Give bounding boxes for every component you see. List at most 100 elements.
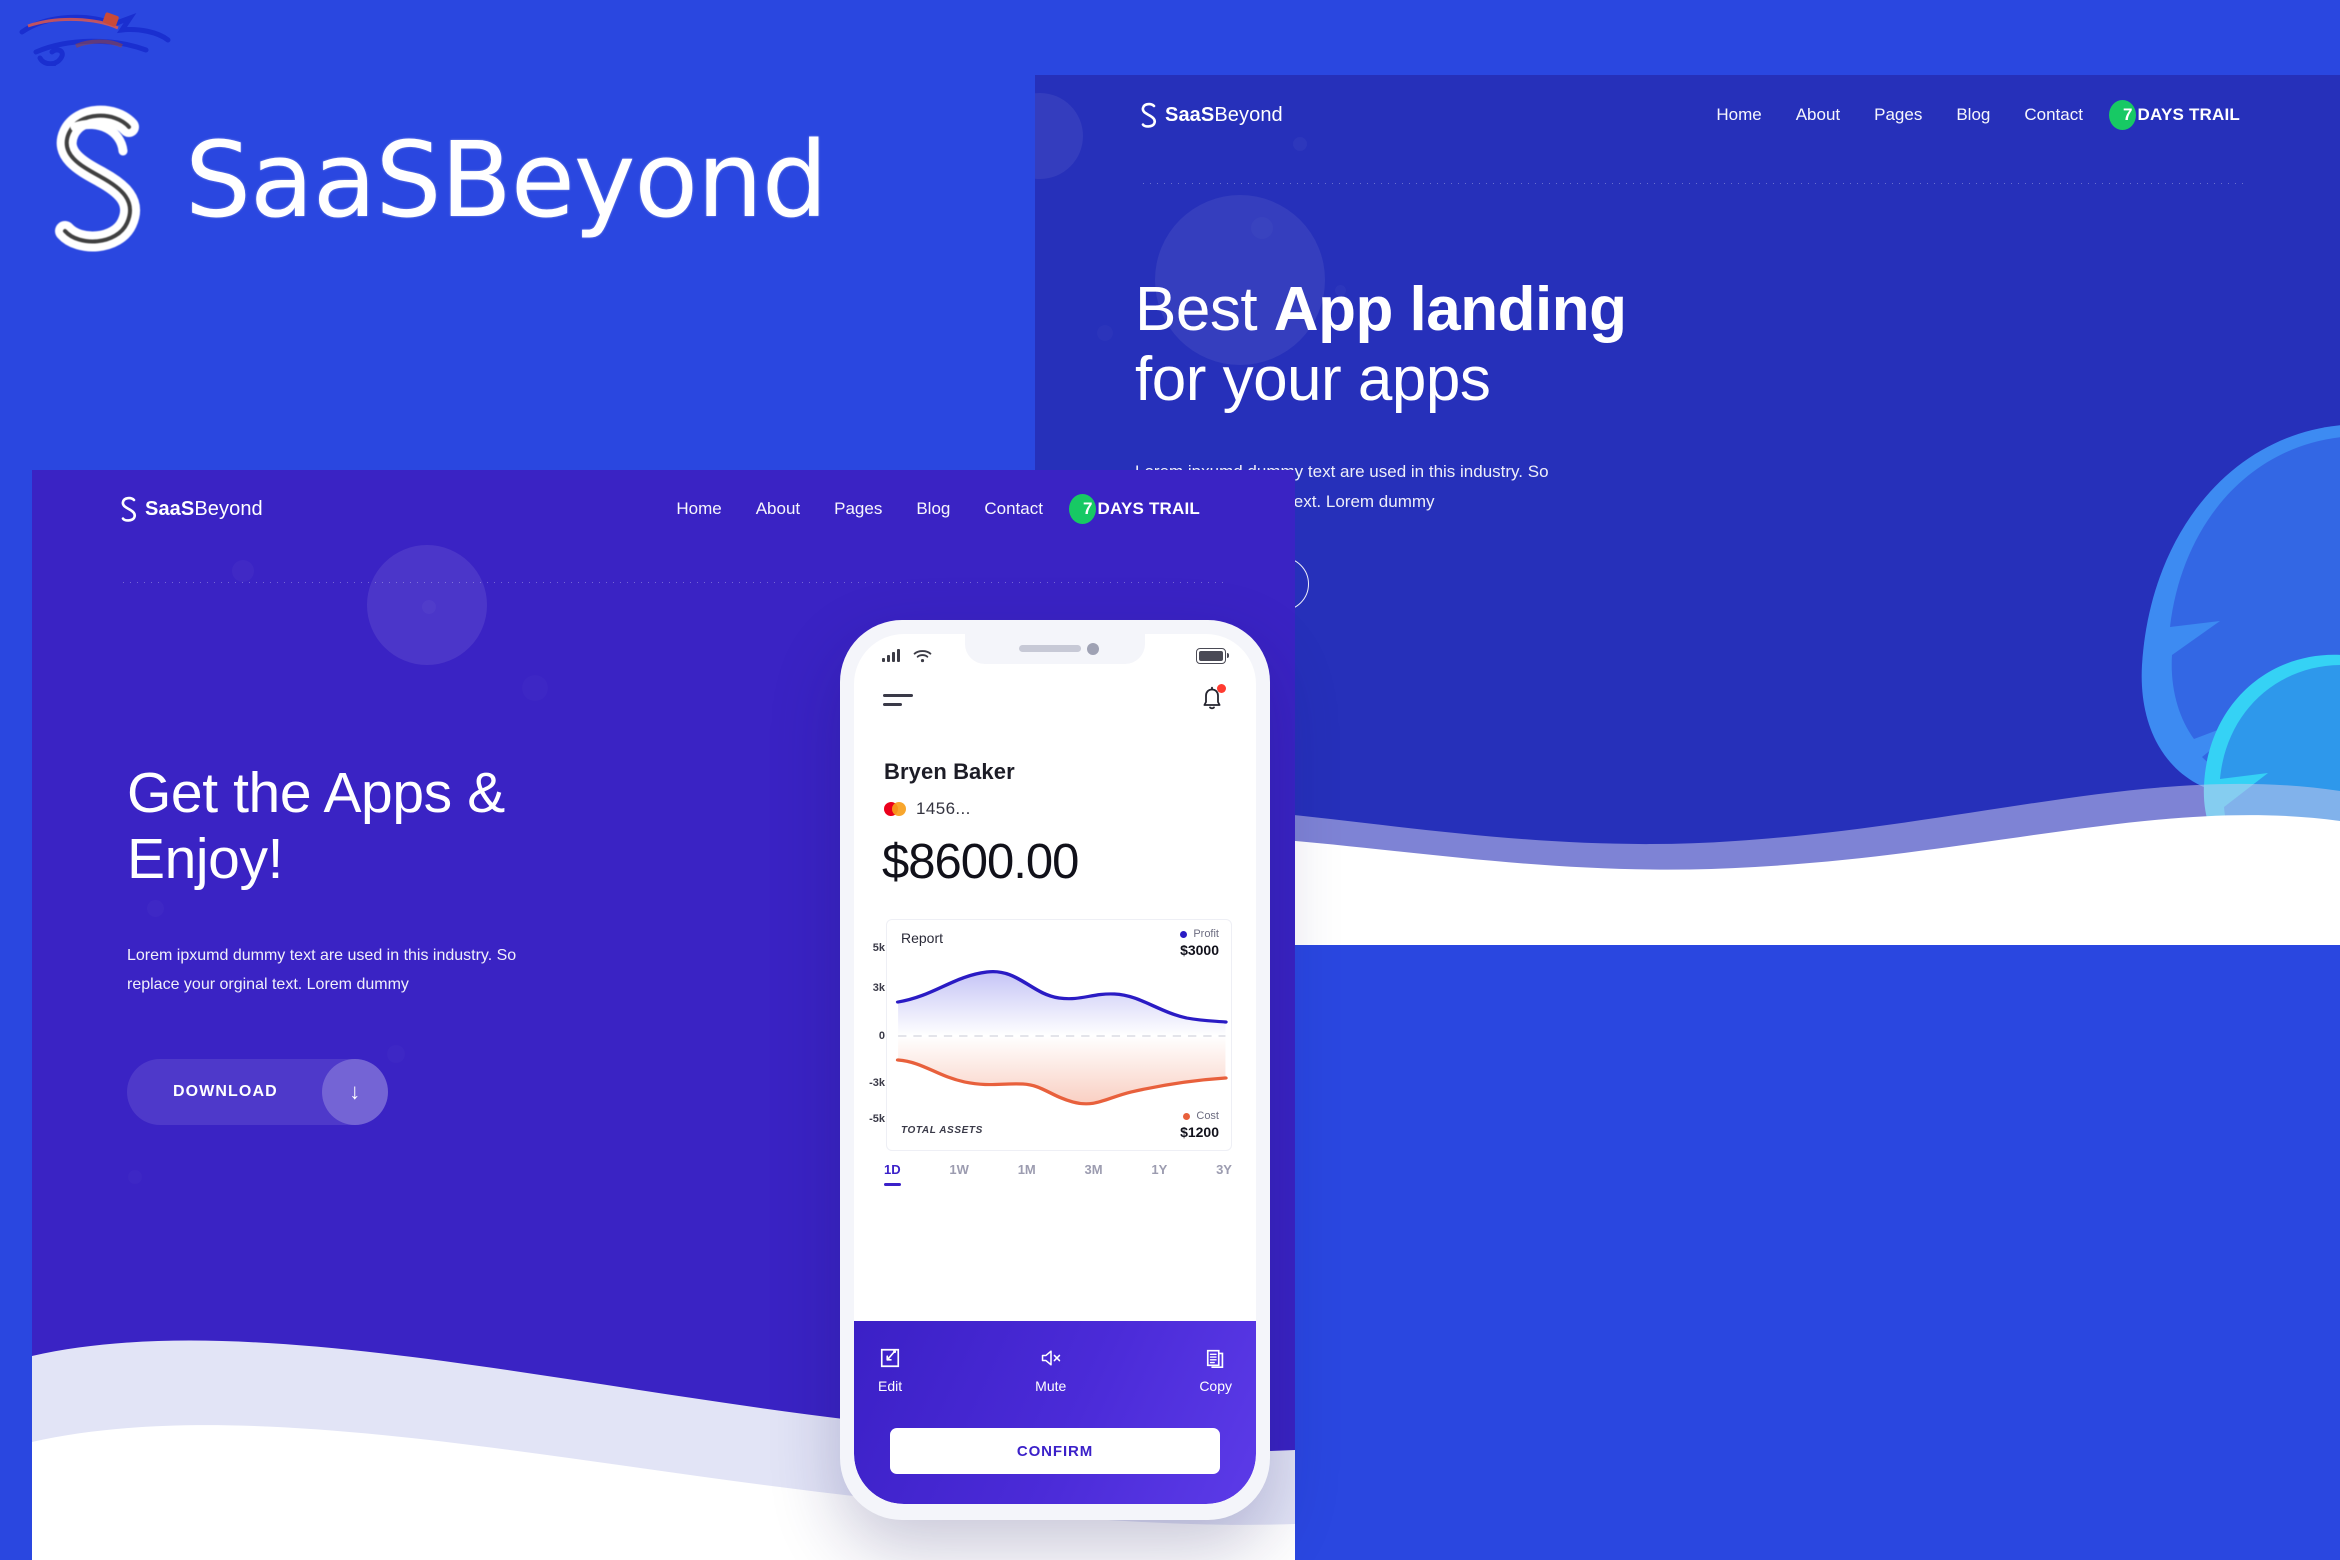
- edit-action-label: Edit: [878, 1378, 903, 1394]
- y-tick-0: 0: [878, 1030, 885, 1042]
- front-panel-logo[interactable]: SaaSBeyond: [120, 496, 263, 522]
- back-panel-logo[interactable]: SaaSBeyond: [1140, 102, 1283, 128]
- notification-badge: [1217, 684, 1226, 693]
- saasbeyond-logo-icon: [1141, 102, 1157, 128]
- card-number: 1456...: [916, 799, 971, 818]
- phone-camera: [1087, 643, 1099, 655]
- tab-1d[interactable]: 1D: [884, 1162, 901, 1186]
- chart-total-assets-label: TOTAL ASSETS: [901, 1125, 983, 1136]
- account-holder-name: Bryen Baker: [884, 759, 1015, 784]
- logo-text-beyond: Beyond: [194, 497, 263, 520]
- edit-pencil-icon: [880, 1348, 900, 1368]
- front-hero-title-line2: Enjoy!: [127, 827, 284, 892]
- center-phone-mockup: Bryen Baker 1456... $8600.00 Report Prof…: [840, 620, 1270, 1520]
- nav-item-pages[interactable]: Pages: [834, 499, 882, 519]
- hamburger-menu-icon[interactable]: [883, 694, 913, 712]
- navbar-divider: [120, 582, 1225, 583]
- chart-area-cost: [898, 1036, 1226, 1104]
- back-hero-title: Best App landing for your apps: [1135, 275, 1755, 415]
- front-hero-title: Get the Apps & Enjoy!: [127, 760, 727, 892]
- tab-3m[interactable]: 3M: [1085, 1162, 1103, 1186]
- chart-plot: [895, 970, 1228, 1106]
- trial-cta-button[interactable]: 7 DAYS TRAIL: [1068, 494, 1200, 524]
- signal-bars-icon: [882, 648, 900, 662]
- nav-item-home[interactable]: Home: [676, 499, 721, 519]
- decor-blob: [1097, 325, 1113, 341]
- phone-speaker: [1019, 645, 1082, 652]
- card-info-row: 1456...: [884, 799, 971, 819]
- logo-text-s: S: [1200, 103, 1215, 126]
- front-panel-hero: Get the Apps & Enjoy! Lorem ipxumd dummy…: [127, 760, 727, 1126]
- mastercard-icon: [884, 802, 906, 816]
- download-button[interactable]: DOWNLOAD ↓: [127, 1059, 388, 1126]
- tab-1w[interactable]: 1W: [949, 1162, 969, 1186]
- hero-brand-text: SaaSBeyond: [185, 119, 828, 241]
- logo-text-saas: Saa: [145, 497, 181, 520]
- decor-arc: [367, 545, 487, 665]
- phone-status-bar: [854, 634, 1256, 678]
- screenshot-stage: SaaSBeyond SaaSBeyond Home About Pages B…: [0, 0, 2340, 1560]
- back-hero-title-bold: App landing: [1273, 275, 1627, 344]
- mute-action-label: Mute: [1035, 1378, 1067, 1394]
- nav-item-contact[interactable]: Contact: [984, 499, 1043, 519]
- watermark-arabic-logo: [19, 12, 171, 66]
- logo-text-beyond: Beyond: [1214, 103, 1283, 126]
- y-tick-3k: 3k: [872, 982, 885, 994]
- nav-item-about[interactable]: About: [1796, 105, 1840, 125]
- tab-3y[interactable]: 3Y: [1216, 1162, 1232, 1186]
- back-panel-menu: Home About Pages Blog Contact 7 DAYS TRA…: [1716, 100, 2240, 130]
- decor-blob: [522, 675, 548, 701]
- tab-1m[interactable]: 1M: [1018, 1162, 1036, 1186]
- copy-action-button[interactable]: Copy: [1199, 1347, 1232, 1394]
- battery-icon: [1196, 648, 1229, 664]
- phone-action-footer: Edit Mute Copy CONFIRM: [854, 1321, 1256, 1504]
- download-button-label: DOWNLOAD: [173, 1083, 278, 1101]
- nav-item-about[interactable]: About: [756, 499, 800, 519]
- mute-action-button[interactable]: Mute: [1035, 1347, 1066, 1394]
- report-chart: Report Profit $3000 Cost $1200 5k 3k 0 -…: [869, 919, 1232, 1151]
- back-hero-title-line2: for your apps: [1135, 345, 1491, 415]
- back-panel-navbar: SaaSBeyond Home About Pages Blog Contact…: [1035, 75, 2340, 155]
- decor-blob: [232, 560, 254, 582]
- chart-y-axis: 5k 3k 0 -3k -5k: [859, 920, 887, 1150]
- phone-action-row: Edit Mute Copy: [878, 1347, 1232, 1394]
- confirm-button[interactable]: CONFIRM: [890, 1428, 1220, 1474]
- chart-area-profit: [898, 971, 1226, 1036]
- timeframe-tabs: 1D 1W 1M 3M 1Y 3Y: [884, 1162, 1232, 1186]
- front-panel-menu: Home About Pages Blog Contact 7 DAYS TRA…: [676, 494, 1200, 524]
- nav-item-contact[interactable]: Contact: [2024, 105, 2083, 125]
- front-hero-paragraph: Lorem ipxumd dummy text are used in this…: [127, 947, 517, 993]
- bell-icon[interactable]: [1200, 684, 1226, 712]
- tab-1y[interactable]: 1Y: [1151, 1162, 1167, 1186]
- back-panel-logo-text: SaaSBeyond: [1165, 104, 1283, 127]
- hero-brand-lockup: SaaSBeyond: [45, 105, 828, 255]
- y-tick-5k: 5k: [872, 942, 885, 954]
- trial-cta-label: 7 DAYS TRAIL: [1082, 499, 1200, 518]
- wifi-icon: [913, 650, 932, 663]
- nav-item-pages[interactable]: Pages: [1874, 105, 1922, 125]
- nav-item-home[interactable]: Home: [1716, 105, 1761, 125]
- nav-item-blog[interactable]: Blog: [1956, 105, 1990, 125]
- saasbeyond-logo-icon: [121, 496, 137, 522]
- saasbeyond-logo-icon: [55, 105, 141, 252]
- download-arrow-icon: ↓: [321, 1059, 388, 1126]
- edit-action-button[interactable]: Edit: [878, 1347, 902, 1394]
- front-hero-title-line1: Get the Apps &: [127, 761, 505, 825]
- copy-document-icon: [1206, 1349, 1223, 1368]
- back-hero-title-light: Best: [1135, 275, 1274, 344]
- copy-action-label: Copy: [1199, 1378, 1232, 1394]
- y-tick-m3k: -3k: [869, 1077, 885, 1089]
- y-tick-m5k: -5k: [869, 1113, 885, 1125]
- site-watermark: [10, 4, 210, 74]
- trial-cta-button[interactable]: 7 DAYS TRAIL: [2108, 100, 2240, 130]
- logo-text-saas: Saa: [1165, 103, 1201, 126]
- decor-blob: [128, 1170, 142, 1184]
- trial-cta-label: 7 DAYS TRAIL: [2122, 105, 2240, 124]
- logo-text-s: S: [180, 497, 195, 520]
- center-phone-screen: Bryen Baker 1456... $8600.00 Report Prof…: [854, 634, 1256, 1504]
- account-balance: $8600.00: [882, 835, 1079, 889]
- mute-speaker-icon: [1041, 1350, 1060, 1366]
- front-panel-logo-text: SaaSBeyond: [145, 498, 263, 521]
- front-panel-navbar: SaaSBeyond Home About Pages Blog Contact…: [32, 470, 1295, 548]
- nav-item-blog[interactable]: Blog: [916, 499, 950, 519]
